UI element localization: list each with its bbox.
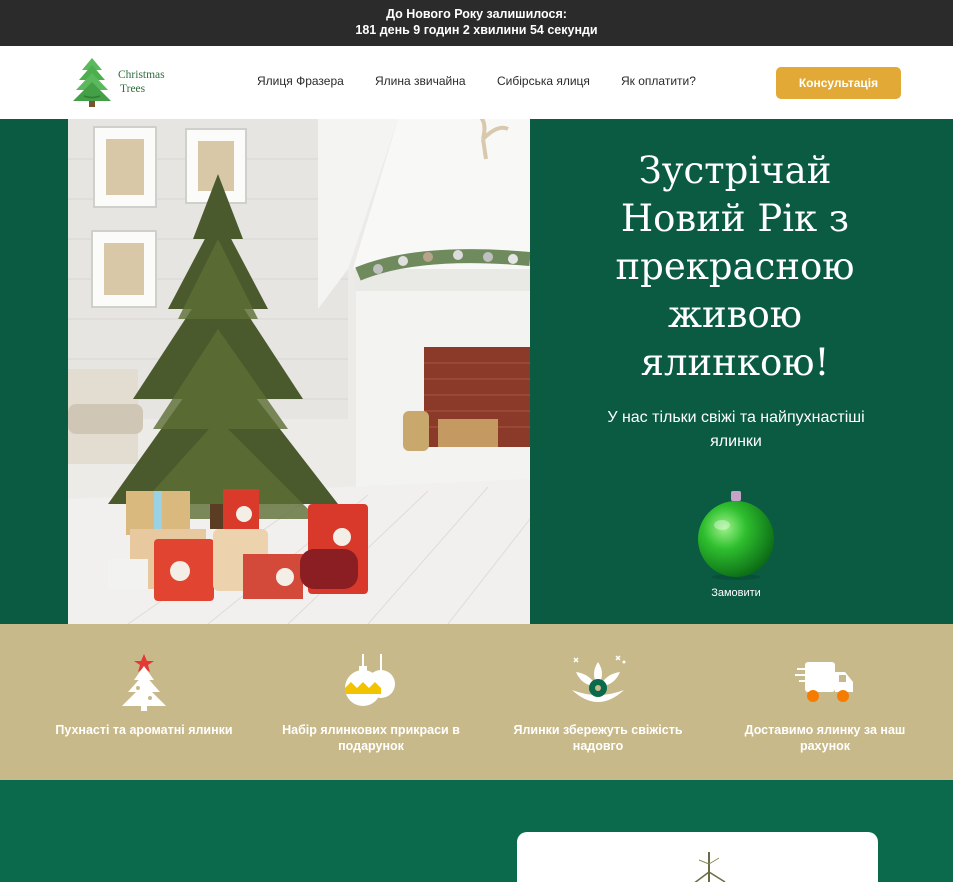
product-card[interactable] bbox=[517, 832, 878, 882]
nav-item-how-to-pay[interactable]: Як оплатити? bbox=[621, 74, 696, 88]
feature-fluffy-trees: Пухнасті та ароматні ялинки bbox=[54, 624, 234, 780]
nav-item-fraser-fir[interactable]: Ялиця Фразера bbox=[257, 74, 344, 88]
bauble-icon bbox=[698, 491, 774, 580]
hero-title-line-5: ялинкою! bbox=[640, 341, 830, 384]
delivery-truck-icon bbox=[795, 662, 853, 702]
countdown-timer: 181 день 9 годин 2 хвилини 54 секунди bbox=[355, 23, 598, 37]
site-header: Christmas Trees Ялиця Фразера Ялина звич… bbox=[0, 46, 953, 119]
hero-title: Зустрічай Новий Рік з прекрасною живою я… bbox=[560, 147, 910, 387]
countdown-title: До Нового Року залишилося: bbox=[386, 7, 567, 21]
feature-ornament-gift: Набір ялинкових прикраси в подарунок bbox=[281, 624, 461, 780]
order-ornament-button[interactable] bbox=[694, 489, 778, 581]
nav-item-common-spruce[interactable]: Ялина звичайна bbox=[375, 74, 466, 88]
christmas-tree-icon bbox=[122, 654, 166, 711]
order-label[interactable]: Замовити bbox=[695, 587, 777, 599]
feature-ornament-gift-text: Набір ялинкових прикраси в подарунок bbox=[282, 723, 460, 753]
hero-photo bbox=[68, 119, 530, 624]
feature-freshness-text: Ялинки збережуть свіжість надовго bbox=[513, 723, 683, 753]
hero-section: Зустрічай Новий Рік з прекрасною живою я… bbox=[0, 119, 953, 624]
countdown-bar: До Нового Року залишилося: 181 день 9 го… bbox=[0, 0, 953, 46]
hero-title-line-2: Новий Рік з bbox=[620, 197, 850, 240]
features-section: Пухнасті та ароматні ялинки Набір ялинко… bbox=[0, 624, 953, 780]
hero-title-line-3: прекрасною bbox=[615, 245, 855, 288]
feature-freshness: Ялинки збережуть свіжість надовго bbox=[508, 624, 688, 780]
feature-free-delivery-text: Доставимо ялинку за наш рахунок bbox=[744, 723, 906, 753]
tree-top-image bbox=[694, 852, 726, 882]
flower-freshness-icon bbox=[572, 655, 626, 702]
hero-subtitle: У нас тільки свіжі та найпухнастіші ялин… bbox=[607, 409, 865, 450]
product-section bbox=[0, 780, 953, 882]
consultation-button[interactable]: Консультація bbox=[776, 67, 901, 99]
feature-free-delivery: Доставимо ялинку за наш рахунок bbox=[735, 624, 915, 780]
ornaments-icon bbox=[345, 654, 395, 706]
hero-title-line-4: живою bbox=[667, 293, 803, 336]
nav-item-siberian-fir[interactable]: Сибірська ялиця bbox=[497, 74, 590, 88]
hero-title-line-1: Зустрічай bbox=[638, 149, 832, 192]
feature-fluffy-trees-text: Пухнасті та ароматні ялинки bbox=[55, 723, 233, 737]
